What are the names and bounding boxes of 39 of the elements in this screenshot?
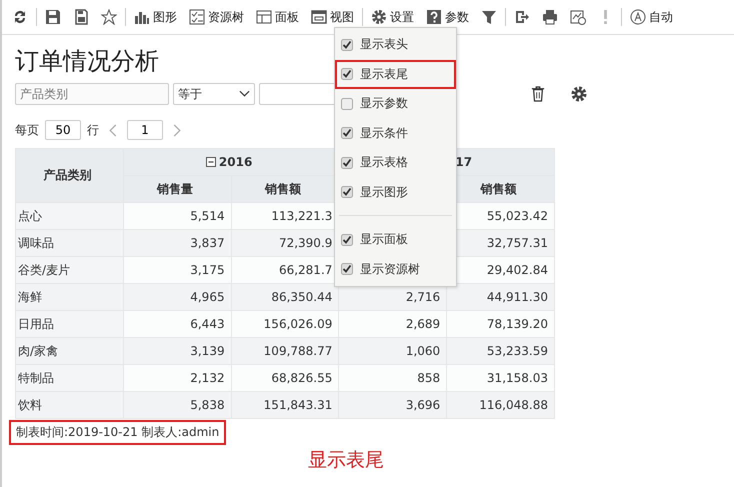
table-cell: 31,158.03: [446, 364, 554, 392]
table-cell: 116,048.88: [446, 392, 554, 418]
table-cell: 1,060: [338, 338, 447, 364]
table-cell: 3,139: [123, 338, 232, 364]
table-cell: 饮料: [16, 392, 124, 418]
table-cell: 日用品: [16, 310, 124, 338]
column-header: 销售量: [123, 176, 232, 202]
table-cell: 3,175: [123, 256, 232, 284]
table-cell: 53,233.59: [446, 338, 554, 364]
table-cell: 3,696: [338, 392, 447, 418]
year-header: 2016: [206, 154, 252, 168]
table-cell: 肉/家禽: [16, 338, 124, 364]
table-cell: 858: [338, 364, 447, 392]
table-cell: 6,443: [123, 310, 232, 338]
table-cell: 4,965: [123, 284, 232, 310]
table-cell: 5,838: [123, 392, 232, 418]
table-cell: 海鲜: [16, 284, 124, 310]
year-header: 17: [455, 155, 472, 169]
rows-label: 行: [87, 122, 99, 138]
table-cell: 156,026.09: [231, 310, 339, 338]
table-cell: 5,514: [123, 202, 232, 230]
table-cell: 109,788.77: [231, 338, 339, 364]
table-cell: 68,826.55: [231, 364, 339, 392]
table-cell: 44,911.30: [446, 284, 554, 310]
column-header: 产品类别: [16, 148, 124, 202]
per-page-label: 每页: [15, 122, 39, 138]
report-title: 订单情况分析: [15, 46, 159, 77]
table-cell: 86,350.44: [231, 284, 339, 310]
table-cell: 点心: [16, 202, 124, 230]
report-footer: 制表时间:2019-10-21 制表人:admin: [9, 420, 226, 445]
table-cell: 151,843.31: [231, 392, 339, 418]
table-cell: 谷类/麦片: [16, 256, 124, 284]
annotation-label: 显示表尾: [308, 448, 385, 473]
table-cell: 2,689: [338, 310, 447, 338]
table-cell: 2,132: [123, 364, 232, 392]
table-cell: 78,139.20: [446, 310, 554, 338]
table-cell: 特制品: [16, 364, 124, 392]
table-cell: 调味品: [16, 230, 124, 256]
table-cell: 3,837: [123, 230, 232, 256]
